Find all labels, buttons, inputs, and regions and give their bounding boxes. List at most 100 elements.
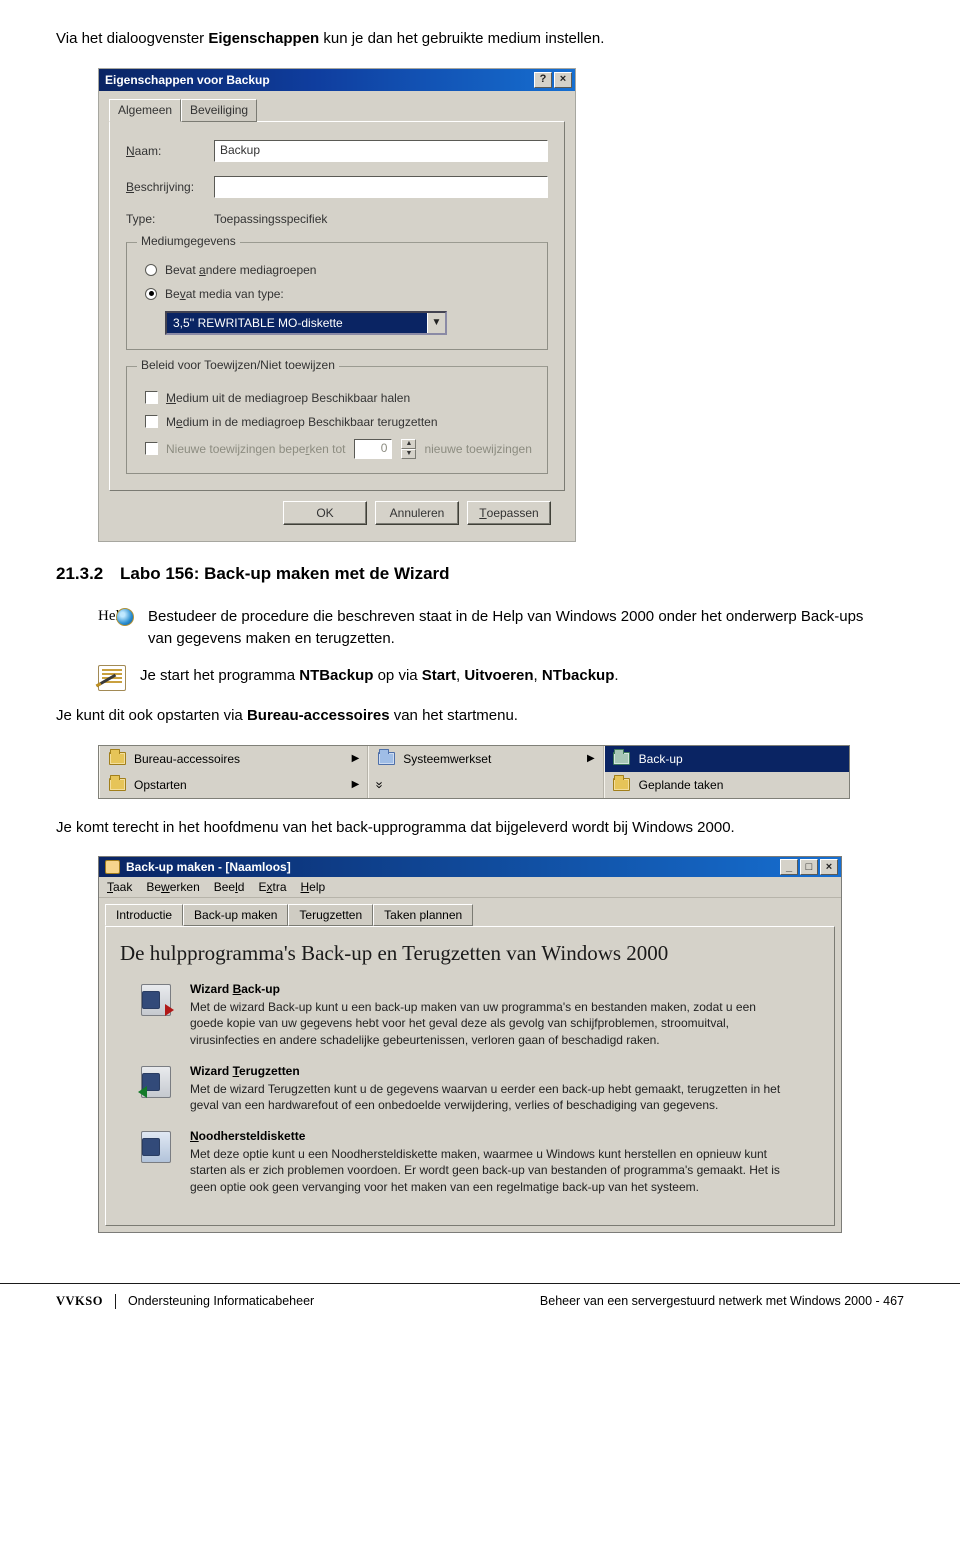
question-icon: ? — [540, 74, 547, 85]
wizard-backup-title: Wizard Back-up — [190, 982, 790, 996]
backup-app-window: Back-up maken - [Naamloos] _ □ × Taak Be… — [98, 856, 842, 1233]
close-button[interactable]: × — [820, 859, 838, 875]
ok-button[interactable]: OK — [283, 501, 367, 525]
rescue-disk-icon — [136, 1129, 176, 1165]
spin-buttons[interactable]: ▲ ▼ — [401, 439, 416, 459]
name-label: Naam: — [126, 144, 214, 158]
startmenu-strip: Bureau-accessoires ▶ Systeemwerkset ▶ Ba… — [98, 745, 850, 799]
folder-icon — [377, 750, 395, 768]
start-paragraph: Je start het programma NTBackup op via S… — [140, 665, 619, 688]
app-tabstrip: Introductie Back-up maken Terugzetten Ta… — [99, 898, 841, 926]
wizard-backup-item[interactable]: Wizard Back-up Met de wizard Back-up kun… — [136, 982, 822, 1048]
minimize-button[interactable]: _ — [780, 859, 798, 875]
rescue-disk-item[interactable]: Noodhersteldiskette Met deze optie kunt … — [136, 1129, 822, 1195]
app-title: Back-up maken - [Naamloos] — [126, 860, 291, 874]
bureau-paragraph: Je kunt dit ook opstarten via Bureau-acc… — [56, 705, 904, 727]
chk-limit-assignments[interactable]: Nieuwe toewijzingen beperken tot 0 ▲ ▼ n… — [145, 439, 533, 459]
submenu-arrow-icon: ▶ — [352, 779, 360, 790]
checkbox-icon — [145, 415, 158, 428]
help-button[interactable]: ? — [534, 72, 552, 88]
menu-edit[interactable]: Bewerken — [146, 880, 199, 894]
menu-bureau-accessoires[interactable]: Bureau-accessoires ▶ — [99, 746, 368, 772]
app-titlebar[interactable]: Back-up maken - [Naamloos] _ □ × — [99, 857, 841, 877]
group-media: Mediumgegevens Bevat andere mediagroepen… — [126, 242, 548, 350]
media-type-combo[interactable]: 3,5'' REWRITABLE MO-diskette ▼ — [165, 311, 447, 335]
properties-dialog: Eigenschappen voor Backup ? × Algemeen B… — [98, 68, 576, 542]
combo-value: 3,5'' REWRITABLE MO-diskette — [167, 313, 427, 333]
task-icon — [98, 665, 126, 691]
wizard-restore-icon — [136, 1064, 176, 1100]
rescue-disk-desc: Met deze optie kunt u een Noodhersteldis… — [190, 1146, 790, 1195]
dialog-titlebar[interactable]: Eigenschappen voor Backup ? × — [99, 69, 575, 91]
desc-input[interactable] — [214, 176, 548, 198]
footer-right: Beheer van een servergestuurd netwerk me… — [540, 1294, 904, 1308]
footer-logo: VVKSO — [56, 1294, 116, 1309]
menu-extra[interactable]: Extra — [258, 880, 286, 894]
wizard-backup-icon — [136, 982, 176, 1018]
rescue-disk-title: Noodhersteldiskette — [190, 1129, 790, 1143]
intro-paragraph: Via het dialoogvenster Eigenschappen kun… — [56, 28, 904, 50]
tab-intro[interactable]: Introductie — [105, 904, 183, 926]
chk-take-from-group[interactable]: Medium uit de mediagroep Beschikbaar hal… — [145, 391, 533, 405]
folder-icon — [108, 776, 126, 794]
chevron-double-down-icon: » — [373, 781, 388, 787]
menu-view[interactable]: Beeld — [214, 880, 245, 894]
maximize-button[interactable]: □ — [800, 859, 818, 875]
apply-button[interactable]: Toepassen — [467, 501, 551, 525]
checkbox-icon — [145, 391, 158, 404]
footer-left: Ondersteuning Informaticabeheer — [128, 1294, 314, 1308]
tab-plan[interactable]: Taken plannen — [373, 904, 473, 926]
app-panel: De hulpprogramma's Back-up en Terugzette… — [105, 926, 835, 1226]
desc-label: Beschrijving: — [126, 180, 214, 194]
section-heading: 21.3.2Labo 156: Back-up maken met de Wiz… — [56, 564, 904, 584]
app-icon — [105, 860, 120, 874]
tab-security[interactable]: Beveiliging — [181, 99, 257, 122]
close-icon: × — [826, 862, 832, 873]
radio-other-groups[interactable]: Bevat andere mediagroepen — [145, 263, 533, 277]
type-label: Type: — [126, 212, 214, 226]
wizard-backup-desc: Met de wizard Back-up kunt u een back-up… — [190, 999, 790, 1048]
dialog-title: Eigenschappen voor Backup — [105, 73, 270, 87]
menu-expand[interactable]: » — [368, 772, 603, 798]
help-globe-icon: Help — [98, 606, 134, 630]
tab-backup[interactable]: Back-up maken — [183, 904, 288, 926]
close-button[interactable]: × — [554, 72, 572, 88]
app-heading: De hulpprogramma's Back-up en Terugzette… — [120, 941, 822, 966]
submenu-arrow-icon: ▶ — [587, 753, 595, 764]
checkbox-icon — [145, 442, 158, 455]
name-input[interactable]: Backup — [214, 140, 548, 162]
menu-task[interactable]: Taak — [107, 880, 132, 894]
maximize-icon: □ — [806, 862, 813, 873]
spin-up-icon[interactable]: ▲ — [401, 439, 416, 449]
submenu-arrow-icon: ▶ — [352, 753, 360, 764]
study-paragraph: Bestudeer de procedure die beschreven st… — [148, 606, 888, 651]
menu-geplande-taken[interactable]: Geplande taken — [604, 772, 849, 798]
wizard-restore-item[interactable]: Wizard Terugzetten Met de wizard Terugze… — [136, 1064, 822, 1113]
type-value: Toepassingsspecifiek — [214, 212, 327, 226]
tab-strip: Algemeen Beveiliging — [109, 99, 565, 122]
wizard-restore-desc: Met de wizard Terugzetten kunt u de gege… — [190, 1081, 790, 1113]
dialog-buttons: OK Annuleren Toepassen — [109, 491, 565, 529]
radio-media-type[interactable]: Bevat media van type: — [145, 287, 533, 301]
spin-down-icon[interactable]: ▼ — [401, 449, 416, 459]
chevron-down-icon[interactable]: ▼ — [427, 313, 445, 333]
group-media-legend: Mediumgegevens — [137, 234, 240, 248]
radio-icon-selected — [145, 288, 157, 300]
backup-icon — [613, 750, 631, 768]
menu-help[interactable]: Help — [301, 880, 326, 894]
folder-icon — [108, 750, 126, 768]
app-menubar: Taak Bewerken Beeld Extra Help — [99, 877, 841, 898]
menu-backup[interactable]: Back-up — [604, 746, 849, 772]
menu-opstarten[interactable]: Opstarten ▶ — [99, 772, 368, 798]
tab-restore[interactable]: Terugzetten — [288, 904, 373, 926]
main-paragraph: Je komt terecht in het hoofdmenu van het… — [56, 817, 904, 839]
limit-spin[interactable]: 0 — [354, 439, 392, 459]
tab-panel-general: Naam: Backup Beschrijving: Type: Toepass… — [109, 121, 565, 491]
menu-systeemwerkset[interactable]: Systeemwerkset ▶ — [368, 746, 603, 772]
tab-general[interactable]: Algemeen — [109, 99, 181, 122]
group-policy: Beleid voor Toewijzen/Niet toewijzen Med… — [126, 366, 548, 474]
cancel-button[interactable]: Annuleren — [375, 501, 459, 525]
wizard-restore-title: Wizard Terugzetten — [190, 1064, 790, 1078]
minimize-icon: _ — [786, 862, 792, 873]
chk-return-to-group[interactable]: Medium in de mediagroep Beschikbaar teru… — [145, 415, 533, 429]
